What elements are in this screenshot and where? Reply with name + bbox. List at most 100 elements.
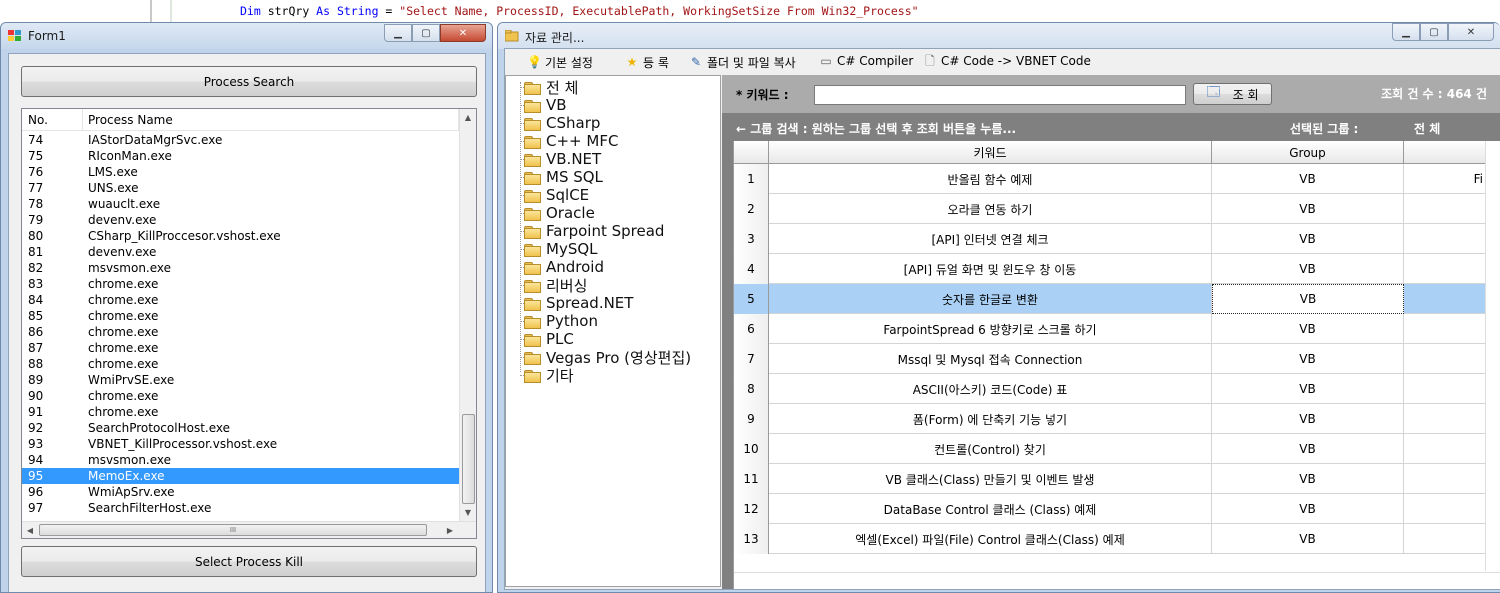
list-item[interactable]: 79 devenv.exe — [22, 212, 462, 228]
group-cell[interactable]: VB — [1212, 404, 1404, 434]
keyword-cell[interactable]: [API] 듀얼 화면 및 윈도우 창 이동 — [769, 254, 1212, 284]
data-manager-titlebar[interactable]: 자료 관리... ▁ ▢ ✕ — [498, 23, 1500, 49]
extra-cell[interactable] — [1404, 464, 1486, 494]
table-row[interactable]: 9 폼(Form) 에 단축키 기능 넣기 VB — [734, 404, 1500, 434]
column-header-process-name[interactable]: Process Name — [88, 113, 173, 127]
scroll-thumb[interactable]: III — [39, 524, 427, 536]
scroll-down-arrow-icon[interactable]: ▼ — [460, 504, 476, 521]
table-row[interactable]: 4 [API] 듀얼 화면 및 윈도우 창 이동 VB — [734, 254, 1500, 284]
tree-node[interactable]: Vegas Pro (영상편집) — [518, 348, 691, 367]
keyword-cell[interactable]: FarpointSpread 6 방향키로 스크롤 하기 — [769, 314, 1212, 344]
tree-node[interactable]: VB.NET — [518, 150, 601, 168]
maximize-button[interactable]: ▢ — [412, 24, 440, 42]
list-item[interactable]: 94 msvsmon.exe — [22, 452, 462, 468]
list-item[interactable]: 93 VBNET_KillProcessor.vshost.exe — [22, 436, 462, 452]
extra-cell[interactable] — [1404, 224, 1486, 254]
tree-node[interactable]: SqlCE — [518, 186, 589, 204]
keyword-grid[interactable]: 키워드 Group 1 반올림 함수 예제 VB Fi 2 오라클 연동 하기 VB 3 [AP… — [733, 141, 1500, 589]
extra-cell[interactable] — [1404, 314, 1486, 344]
search-button[interactable]: 🗔 조 회 — [1193, 83, 1272, 105]
row-number-cell[interactable]: 10 — [734, 434, 769, 464]
column-separator[interactable] — [82, 109, 83, 131]
list-item[interactable]: 81 devenv.exe — [22, 244, 462, 260]
close-button[interactable]: ✕ — [440, 24, 486, 42]
list-item[interactable]: 97 SearchFilterHost.exe — [22, 500, 462, 516]
keyword-cell[interactable]: 컨트롤(Control) 찾기 — [769, 434, 1212, 464]
row-number-cell[interactable]: 5 — [734, 284, 769, 314]
minimize-button[interactable]: ▁ — [384, 24, 412, 42]
column-header-no[interactable]: No. — [28, 113, 48, 127]
list-item[interactable]: 87 chrome.exe — [22, 340, 462, 356]
row-number-cell[interactable]: 6 — [734, 314, 769, 344]
table-row[interactable]: 7 Mssql 및 Mysql 접속 Connection VB — [734, 344, 1500, 374]
table-row[interactable]: 3 [API] 인터넷 연결 체크 VB — [734, 224, 1500, 254]
row-number-cell[interactable]: 13 — [734, 524, 769, 554]
tree-node[interactable]: Android — [518, 258, 604, 276]
list-item[interactable]: 84 chrome.exe — [22, 292, 462, 308]
extra-cell[interactable] — [1404, 494, 1486, 524]
list-item[interactable]: 83 chrome.exe — [22, 276, 462, 292]
tree-node[interactable]: 전 체 — [518, 78, 578, 97]
keyword-cell[interactable]: ASCII(아스키) 코드(Code) 표 — [769, 374, 1212, 404]
scroll-thumb[interactable] — [462, 414, 475, 504]
list-item[interactable]: 77 UNS.exe — [22, 180, 462, 196]
group-cell[interactable]: VB — [1212, 524, 1404, 554]
tree-node[interactable]: 리버싱 — [518, 276, 587, 295]
table-row[interactable]: 1 반올림 함수 예제 VB Fi — [734, 164, 1500, 194]
extra-cell[interactable]: Fi — [1404, 164, 1486, 194]
group-cell[interactable]: VB — [1212, 254, 1404, 284]
row-number-cell[interactable]: 11 — [734, 464, 769, 494]
extra-cell[interactable] — [1404, 194, 1486, 224]
list-item[interactable]: 80 CSharp_KillProccesor.vshost.exe — [22, 228, 462, 244]
close-button[interactable]: ✕ — [1448, 23, 1494, 41]
list-item[interactable]: 92 SearchProtocolHost.exe — [22, 420, 462, 436]
extra-cell[interactable] — [1404, 434, 1486, 464]
group-cell[interactable]: VB — [1212, 284, 1404, 314]
row-number-cell[interactable]: 2 — [734, 194, 769, 224]
row-number-cell[interactable]: 4 — [734, 254, 769, 284]
minimize-button[interactable]: ▁ — [1392, 23, 1420, 41]
tree-node[interactable]: CSharp — [518, 114, 600, 132]
menu-item-csharp-compiler[interactable]: ▭ C# Compiler — [819, 54, 913, 68]
list-item[interactable]: 85 chrome.exe — [22, 308, 462, 324]
tree-node[interactable]: MS SQL — [518, 168, 603, 186]
group-cell[interactable]: VB — [1212, 344, 1404, 374]
row-number-cell[interactable]: 1 — [734, 164, 769, 194]
tree-node[interactable]: MySQL — [518, 240, 598, 258]
tree-node[interactable]: C++ MFC — [518, 132, 618, 150]
keyword-cell[interactable]: 엑셀(Excel) 파일(File) Control 클래스(Class) 예제 — [769, 524, 1212, 554]
keyword-cell[interactable]: 숫자를 한글로 변환 — [769, 284, 1212, 314]
tree-node[interactable]: Farpoint Spread — [518, 222, 664, 240]
listview-vertical-scrollbar[interactable]: ▲ ▼ — [459, 109, 476, 521]
table-row[interactable]: 11 VB 클래스(Class) 만들기 및 이벤트 발생 VB — [734, 464, 1500, 494]
tree-node[interactable]: VB — [518, 96, 567, 114]
tree-node[interactable]: 기타 — [518, 366, 574, 385]
maximize-button[interactable]: ▢ — [1420, 23, 1448, 41]
tree-node[interactable]: Python — [518, 312, 598, 330]
group-cell[interactable]: VB — [1212, 374, 1404, 404]
grid-column-group[interactable]: Group — [1212, 141, 1404, 164]
list-item[interactable]: 90 chrome.exe — [22, 388, 462, 404]
list-item[interactable]: 96 WmiApSrv.exe — [22, 484, 462, 500]
row-number-cell[interactable]: 8 — [734, 374, 769, 404]
table-row[interactable]: 8 ASCII(아스키) 코드(Code) 표 VB — [734, 374, 1500, 404]
extra-cell[interactable] — [1404, 284, 1486, 314]
keyword-cell[interactable]: 반올림 함수 예제 — [769, 164, 1212, 194]
tree-node[interactable]: PLC — [518, 330, 574, 348]
scroll-right-arrow-icon[interactable]: ▶ — [442, 522, 458, 538]
table-row[interactable]: 13 엑셀(Excel) 파일(File) Control 클래스(Class) … — [734, 524, 1500, 554]
list-item[interactable]: 78 wuauclt.exe — [22, 196, 462, 212]
menu-item-register[interactable]: ★ 등 록 — [625, 54, 669, 71]
tree-node[interactable]: Spread.NET — [518, 294, 633, 312]
select-process-kill-button[interactable]: Select Process Kill — [21, 546, 477, 577]
keyword-cell[interactable]: 폼(Form) 에 단축키 기능 넣기 — [769, 404, 1212, 434]
row-number-cell[interactable]: 3 — [734, 224, 769, 254]
list-item[interactable]: 74 IAStorDataMgrSvc.exe — [22, 132, 462, 148]
grid-corner-cell[interactable] — [734, 141, 769, 164]
list-item[interactable]: 88 chrome.exe — [22, 356, 462, 372]
list-item[interactable]: 86 chrome.exe — [22, 324, 462, 340]
row-number-cell[interactable]: 7 — [734, 344, 769, 374]
keyword-input[interactable] — [814, 85, 1186, 105]
group-cell[interactable]: VB — [1212, 464, 1404, 494]
list-item[interactable]: 95 MemoEx.exe — [22, 468, 462, 484]
